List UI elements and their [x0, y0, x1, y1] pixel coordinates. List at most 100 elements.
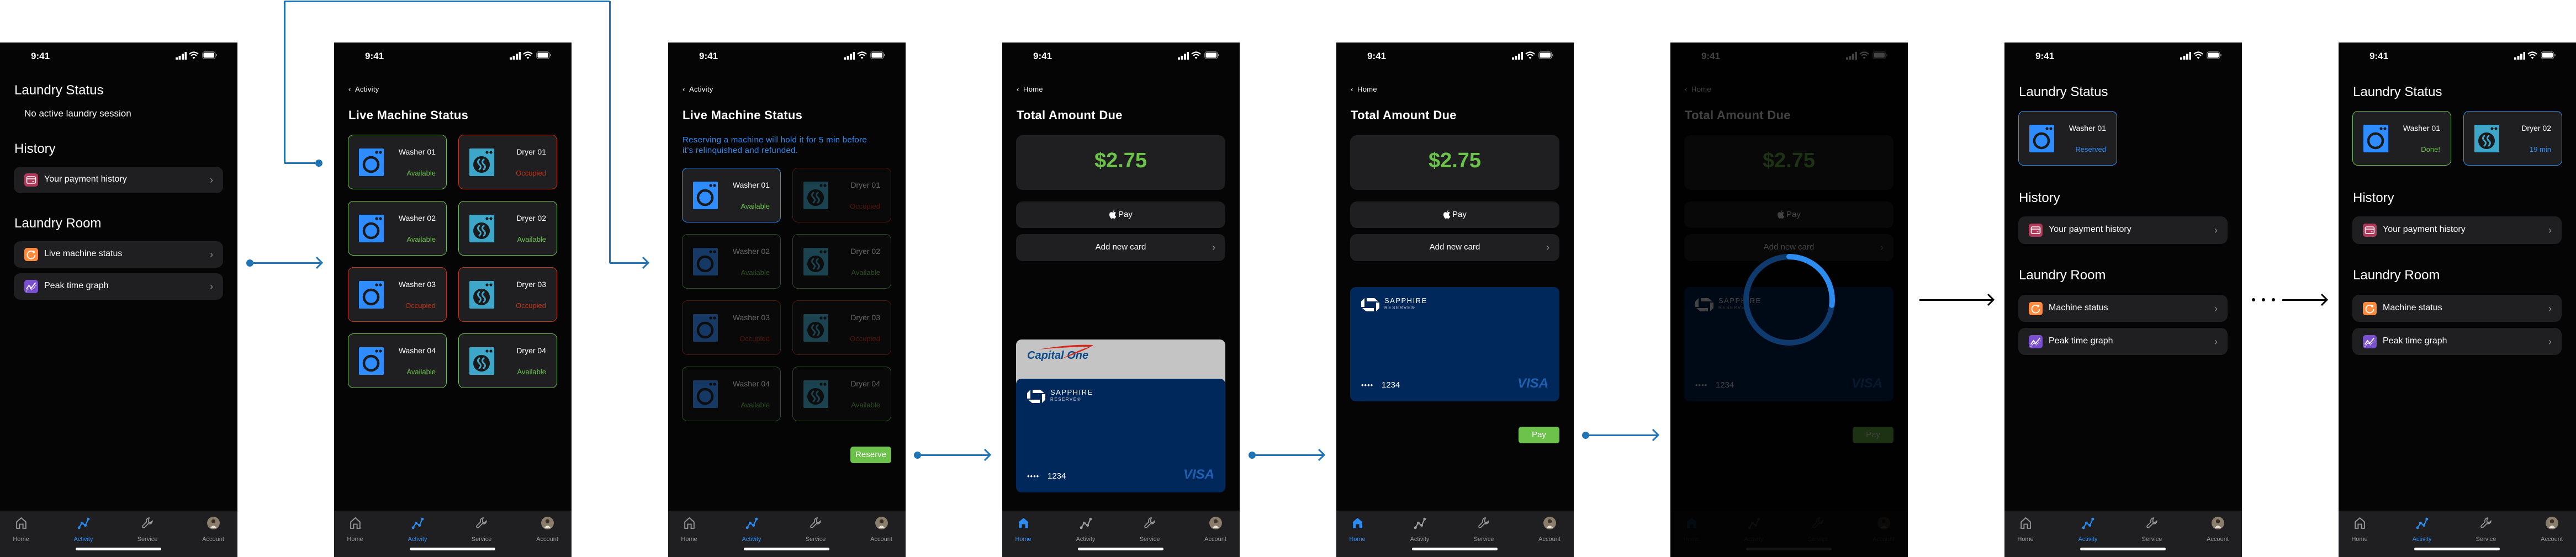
add-card-label: Add new card [1095, 242, 1146, 252]
list-row-credit-card[interactable]: Your payment history › [2352, 216, 2562, 244]
flow-arrow-4-to-5 [1252, 454, 1324, 456]
machine-card-dryer-03[interactable]: Dryer 03 Occupied [792, 300, 891, 355]
home-indicator[interactable] [744, 548, 829, 550]
washer-icon [2029, 124, 2054, 152]
machine-card-washer-01[interactable]: Washer 01 Reserved [2018, 111, 2117, 166]
home-indicator[interactable] [1412, 548, 1498, 550]
tab-service[interactable]: Service [457, 516, 506, 544]
machine-card-washer-02[interactable]: Washer 02 Available [348, 201, 447, 256]
tab-label: Service [1473, 536, 1494, 543]
tab-account[interactable]: Account [2193, 516, 2242, 544]
machine-card-washer-04[interactable]: Washer 04 Available [682, 367, 781, 421]
tab-account[interactable]: Account [1525, 516, 1574, 544]
add-new-card-button[interactable]: Add new card › [1350, 234, 1559, 261]
machine-card-dryer-04[interactable]: Dryer 04 Available [792, 367, 891, 421]
avatar [207, 516, 220, 530]
list-row-peak-graph[interactable]: Peak time graph › [14, 273, 223, 300]
home-icon [1351, 516, 1364, 530]
apple-pay-button[interactable]: Pay [1016, 201, 1225, 228]
tab-activity[interactable]: Activity [2063, 516, 2113, 544]
tab-home[interactable]: Home [1336, 516, 1382, 544]
machine-card-washer-04[interactable]: Washer 04 Available [348, 333, 447, 388]
machine-card-dryer-02[interactable]: Dryer 02 Available [458, 201, 557, 256]
machine-card-dryer-01[interactable]: Dryer 01 Occupied [458, 135, 557, 189]
back-button[interactable]: ‹ Activity [683, 84, 732, 94]
list-row-peak-graph[interactable]: Peak time graph › [2352, 328, 2562, 355]
wifi-icon [1525, 51, 1535, 59]
machine-card-dryer-01[interactable]: Dryer 01 Occupied [792, 168, 891, 222]
machine-name: Dryer 03 [850, 312, 880, 322]
back-button[interactable]: ‹ Activity [348, 84, 398, 94]
home-indicator[interactable] [410, 548, 495, 550]
machine-card-dryer-03[interactable]: Dryer 03 Occupied [458, 267, 557, 322]
tab-activity[interactable]: Activity [1395, 516, 1445, 544]
machine-status: Done! [2421, 145, 2440, 154]
avatar [875, 516, 888, 530]
tab-account[interactable]: Account [856, 516, 906, 544]
machine-card-dryer-02[interactable]: Dryer 02 19 min [2463, 111, 2562, 166]
list-row-machine-status[interactable]: Machine status › [2352, 295, 2562, 322]
back-button[interactable]: ‹ Home [1017, 84, 1066, 94]
tab-account[interactable]: Account [2527, 516, 2576, 544]
tab-account[interactable]: Account [188, 516, 237, 544]
tab-home[interactable]: Home [1002, 516, 1048, 544]
wifi-icon [1191, 51, 1201, 59]
phone-screen-1-home: 9:41 Laundry Status No active laundry sess… [0, 43, 237, 557]
pay-button[interactable]: Pay [1519, 427, 1559, 443]
tab-home[interactable]: Home [668, 516, 714, 544]
chevron-left-icon: ‹ [683, 84, 685, 93]
card-brand: SAPPHIRE [1384, 296, 1427, 305]
reserve-button[interactable]: Reserve [850, 447, 891, 463]
washer-icon [359, 280, 384, 309]
tab-label: Activity [1410, 536, 1430, 543]
tab-home[interactable]: Home [2004, 516, 2050, 544]
tab-service[interactable]: Service [791, 516, 840, 544]
tab-label: Home [1015, 536, 1032, 543]
tab-home[interactable]: Home [2339, 516, 2384, 544]
tab-home[interactable]: Home [0, 516, 46, 544]
add-new-card-button[interactable]: Add new card › [1016, 234, 1225, 261]
card-last4: 1234 [1048, 471, 1066, 481]
tab-service[interactable]: Service [1125, 516, 1175, 544]
tab-activity[interactable]: Activity [2397, 516, 2447, 544]
machine-name: Washer 01 [2069, 123, 2106, 132]
tab-account[interactable]: Account [522, 516, 572, 544]
wifi-icon [2527, 51, 2537, 59]
tab-activity[interactable]: Activity [393, 516, 442, 544]
tab-activity[interactable]: Activity [727, 516, 776, 544]
machine-card-washer-03[interactable]: Washer 03 Occupied [682, 300, 781, 355]
tab-service[interactable]: Service [1459, 516, 1509, 544]
tab-bar: Home Activity Service Account [2339, 511, 2576, 557]
tab-service[interactable]: Service [123, 516, 172, 544]
machine-card-dryer-02[interactable]: Dryer 02 Available [792, 234, 891, 289]
machine-status: Available [406, 169, 436, 178]
tab-service[interactable]: Service [2461, 516, 2511, 544]
tab-activity[interactable]: Activity [59, 516, 108, 544]
tab-activity[interactable]: Activity [1061, 516, 1110, 544]
home-indicator[interactable] [1078, 548, 1163, 550]
machine-card-washer-01[interactable]: Washer 01 Available [348, 135, 447, 189]
list-row-credit-card[interactable]: Your payment history › [2018, 216, 2228, 244]
list-row-credit-card[interactable]: Your payment history › [14, 167, 223, 193]
machine-card-washer-03[interactable]: Washer 03 Occupied [348, 267, 447, 322]
home-indicator[interactable] [2414, 548, 2500, 550]
tab-service[interactable]: Service [2127, 516, 2177, 544]
back-button[interactable]: ‹ Home [1351, 84, 1400, 94]
machine-card-washer-01[interactable]: Washer 01 Done! [2352, 111, 2451, 166]
list-row-machine-status[interactable]: Live machine status › [14, 241, 223, 268]
payment-card-sapphire[interactable]: SAPPHIRERESERVE® •••• 1234 VISA [1016, 379, 1225, 492]
tab-label: Service [2476, 536, 2496, 543]
list-row-peak-graph[interactable]: Peak time graph › [2018, 328, 2228, 355]
list-row-machine-status[interactable]: Machine status › [2018, 295, 2228, 322]
amount-due: $2.75 [1094, 149, 1147, 173]
home-indicator[interactable] [2080, 548, 2166, 550]
payment-card-sapphire[interactable]: SAPPHIRERESERVE® •••• 1234 VISA [1350, 287, 1559, 401]
machine-card-washer-02[interactable]: Washer 02 Available [682, 234, 781, 289]
status-time: 9:41 [1033, 50, 1052, 61]
machine-card-dryer-04[interactable]: Dryer 04 Available [458, 333, 557, 388]
tab-home[interactable]: Home [334, 516, 380, 544]
home-indicator[interactable] [76, 548, 161, 550]
apple-pay-button[interactable]: Pay [1350, 201, 1559, 228]
tab-account[interactable]: Account [1191, 516, 1240, 544]
machine-card-washer-01[interactable]: Washer 01 Available [682, 168, 781, 222]
